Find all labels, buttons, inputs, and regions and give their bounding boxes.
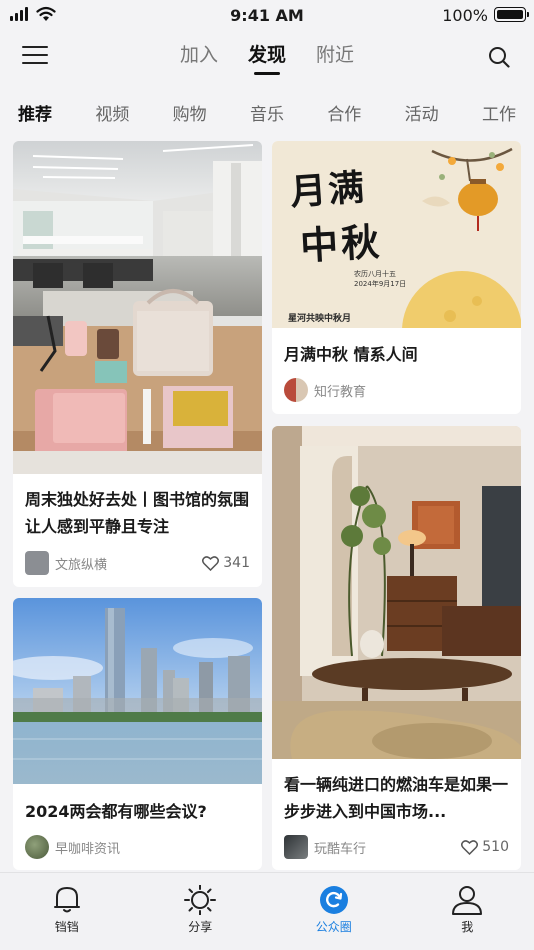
card-title: 2024两会都有哪些会议? (25, 802, 207, 821)
category-shopping[interactable]: 购物 (173, 100, 207, 126)
card-title: 看一辆纯进口的燃油车是如果一步步进入到中国市场... (284, 775, 509, 821)
poster-date-2: 2024年9月17日 (354, 280, 407, 288)
card-meta: 文旅纵横 341 (25, 550, 250, 576)
battery-icon (494, 7, 529, 22)
nav-notifications[interactable]: 铛铛 (0, 873, 134, 950)
header: 加入 发现 附近 (0, 36, 534, 80)
nav-me[interactable]: 我 (401, 873, 534, 950)
bottom-nav: 铛铛 分享 公众圈 我 (0, 872, 534, 950)
nav-label: 分享 (188, 920, 213, 934)
card-source[interactable]: 知行教育 (314, 381, 509, 400)
category-tabs: 推荐 视频 购物 音乐 合作 活动 工作 (0, 100, 534, 126)
avatar (284, 378, 308, 402)
circle-refresh-icon (319, 886, 348, 914)
tab-nearby[interactable]: 附近 (316, 40, 354, 75)
city-skyline-image (13, 598, 262, 784)
category-cooperation[interactable]: 合作 (327, 100, 361, 126)
like-button[interactable]: 510 (461, 839, 509, 855)
category-recommended[interactable]: 推荐 (18, 100, 52, 126)
status-bar: 9:41 AM 100% (0, 0, 534, 30)
heart-icon (461, 839, 479, 855)
poster-date-1: 农历八月十五 (354, 270, 396, 278)
card-source[interactable]: 玩酷车行 (314, 838, 461, 857)
battery-percent: 100% (442, 6, 488, 25)
card-meta: 早咖啡资讯 (25, 834, 250, 860)
card-source[interactable]: 早咖啡资讯 (55, 838, 250, 857)
like-button[interactable]: 341 (202, 555, 250, 571)
like-count: 510 (482, 839, 509, 855)
feed-card[interactable]: 周末独处好去处丨图书馆的氛围让人感到平静且专注 文旅纵横 341 (13, 141, 262, 587)
poster-headline-1: 月满 (288, 166, 368, 214)
avatar (25, 551, 49, 575)
nav-label: 铛铛 (54, 920, 79, 934)
nav-label: 我 (461, 920, 474, 934)
card-title: 月满中秋 情系人间 (284, 345, 418, 364)
feed-card[interactable]: 2024两会都有哪些会议? 早咖啡资讯 (13, 598, 262, 870)
category-work[interactable]: 工作 (482, 100, 516, 126)
card-meta: 知行教育 (284, 377, 509, 403)
poster-headline-2: 中秋 (299, 218, 384, 269)
person-icon (452, 886, 483, 915)
nav-share[interactable]: 分享 (134, 873, 268, 950)
tab-discover[interactable]: 发现 (248, 40, 286, 75)
heart-icon (202, 555, 220, 571)
tab-join[interactable]: 加入 (180, 40, 218, 75)
avatar (25, 835, 49, 859)
search-icon[interactable] (488, 46, 510, 68)
nav-public-circle[interactable]: 公众圈 (267, 873, 401, 950)
category-events[interactable]: 活动 (405, 100, 439, 126)
mid-autumn-poster: 月满 中秋 农历八月十五 2024年9月17日 星河共映中秋月 (272, 141, 521, 328)
living-room-image (272, 426, 521, 759)
card-source[interactable]: 文旅纵横 (55, 554, 202, 573)
sun-icon (184, 885, 217, 915)
top-tabs: 加入 发现 附近 (0, 40, 534, 75)
library-image (13, 141, 262, 474)
feed-card[interactable]: 看一辆纯进口的燃油车是如果一步步进入到中国市场... 玩酷车行 510 (272, 426, 521, 870)
category-music[interactable]: 音乐 (250, 100, 284, 126)
nav-label: 公众圈 (315, 920, 352, 934)
poster-tagline: 星河共映中秋月 (288, 314, 352, 324)
bell-icon (53, 887, 80, 913)
like-count: 341 (223, 555, 250, 571)
feed-card[interactable]: 月满 中秋 农历八月十五 2024年9月17日 星河共映中秋月 月满中秋 情系人… (272, 141, 521, 414)
card-meta: 玩酷车行 510 (284, 834, 509, 860)
category-video[interactable]: 视频 (95, 100, 129, 126)
avatar (284, 835, 308, 859)
card-title: 周末独处好去处丨图书馆的氛围让人感到平静且专注 (25, 490, 250, 536)
